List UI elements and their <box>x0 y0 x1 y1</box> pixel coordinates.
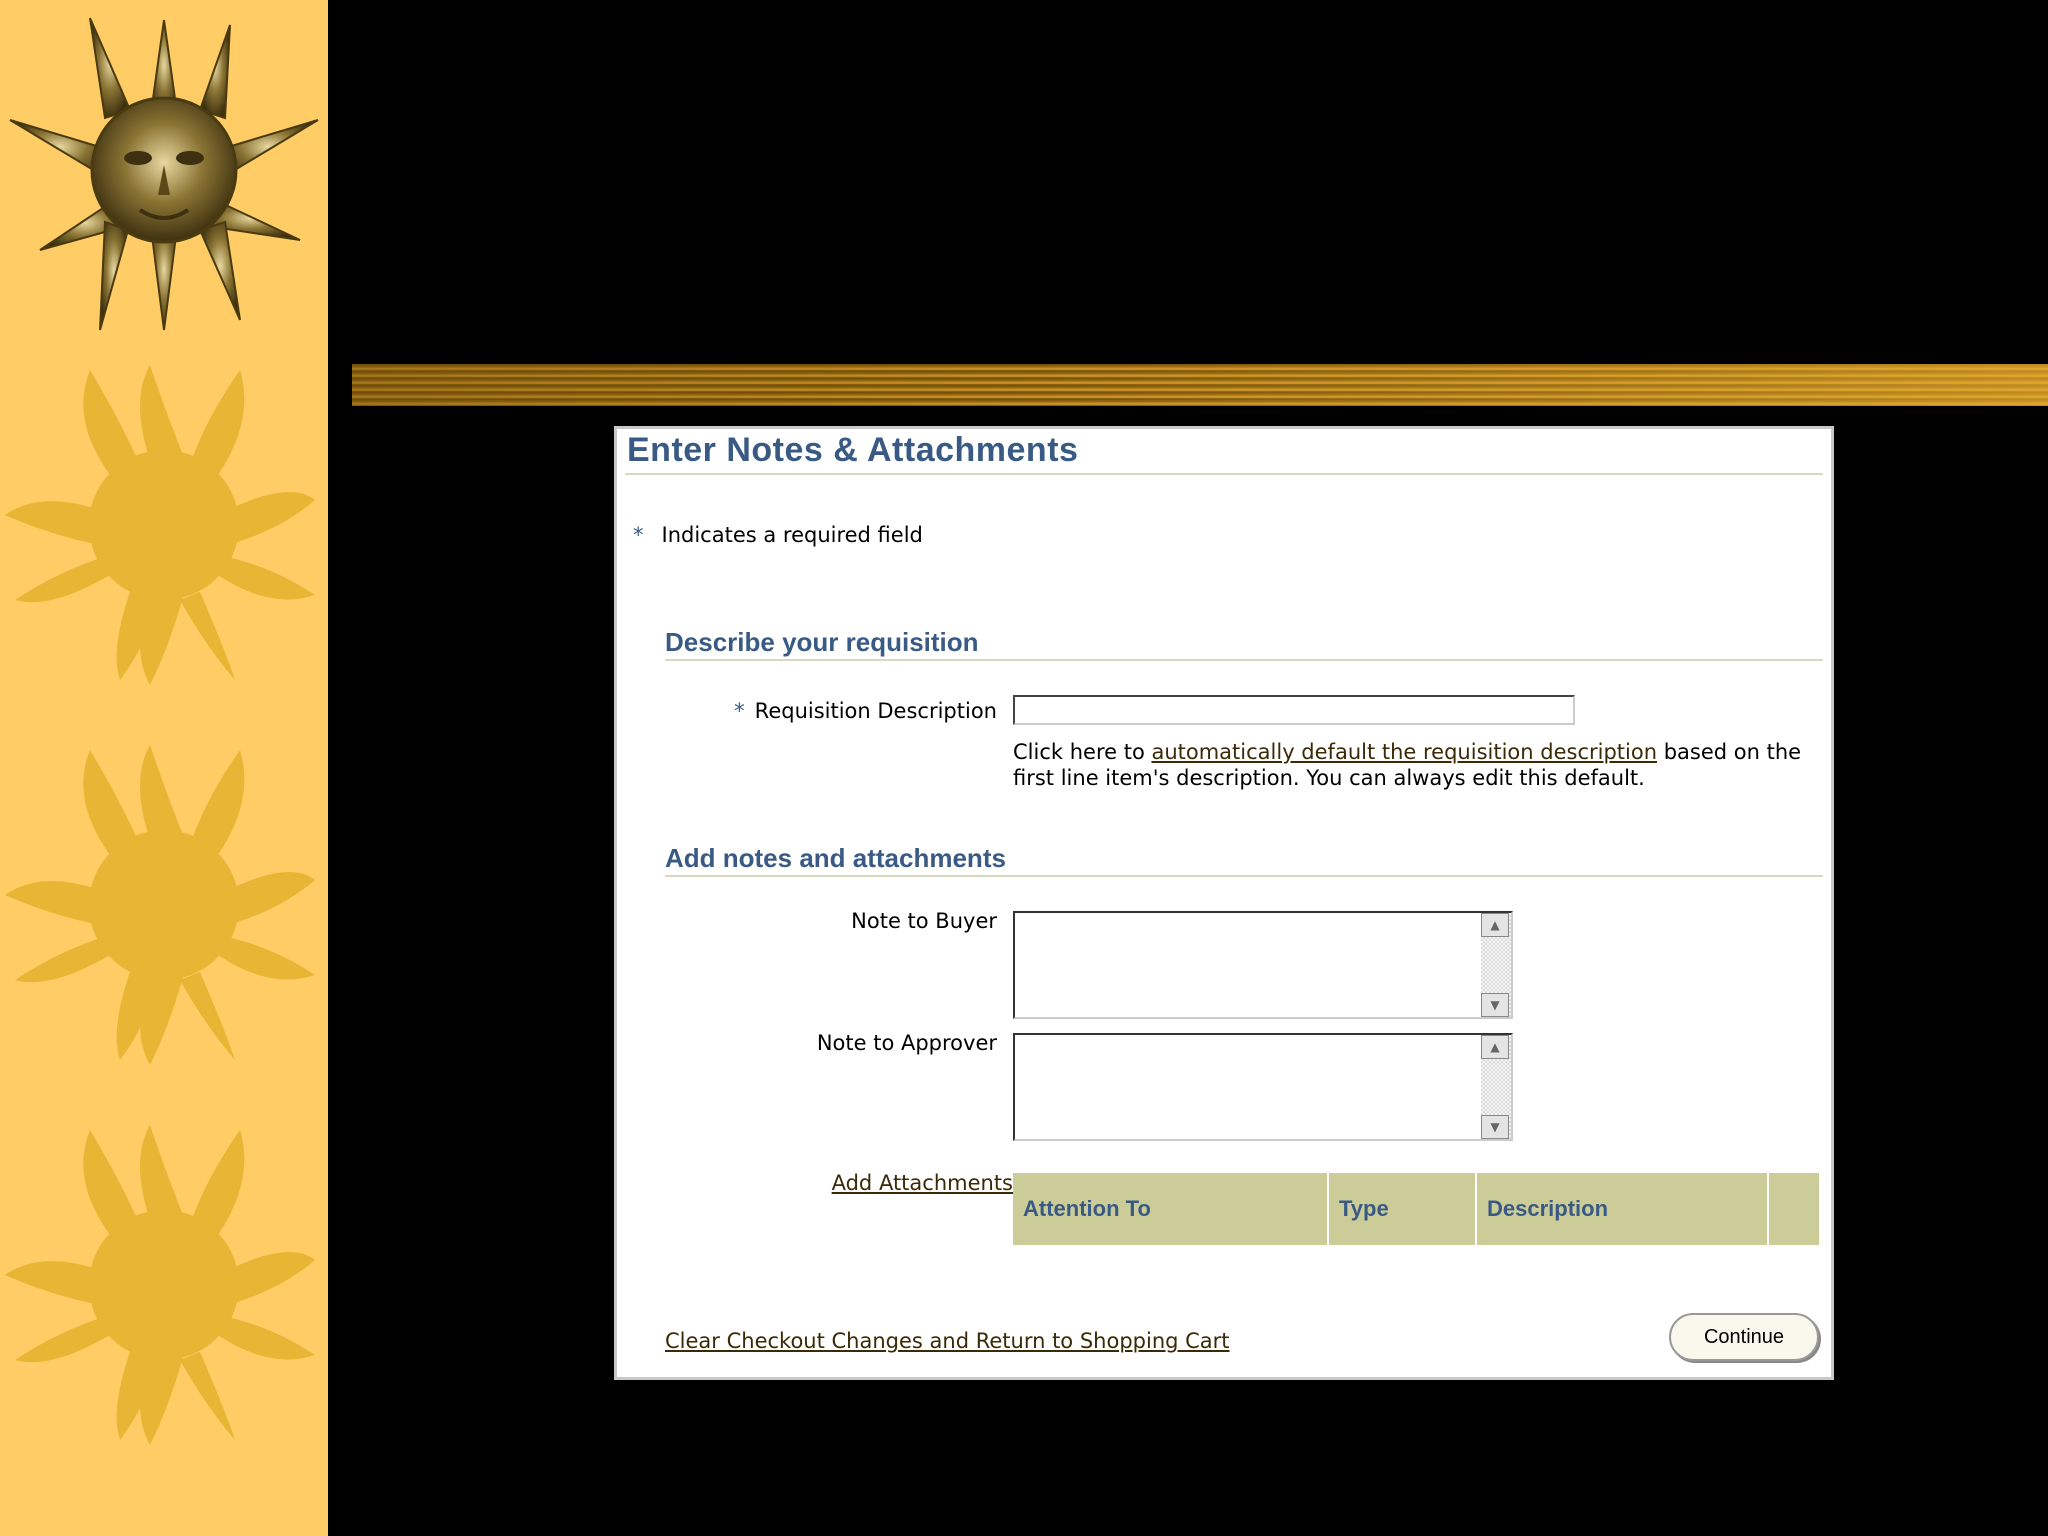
scroll-down-icon[interactable]: ▼ <box>1481 1115 1509 1139</box>
section-divider <box>665 875 1823 877</box>
section-title-describe: Describe your requisition <box>665 627 979 657</box>
note-to-buyer-textarea[interactable]: ▲ ▼ <box>1013 911 1513 1019</box>
requisition-description-label: * Requisition Description <box>734 699 997 723</box>
auto-default-description-link[interactable]: automatically default the requisition de… <box>1151 740 1657 764</box>
add-attachments-link[interactable]: Add Attachments <box>832 1171 1013 1195</box>
required-note-text: Indicates a required field <box>661 523 923 547</box>
description-hint: Click here to automatically default the … <box>1013 739 1813 791</box>
decorative-sidebar <box>0 0 328 1536</box>
attachments-table-header: Attention To Type Description <box>1013 1173 1819 1245</box>
continue-button[interactable]: Continue <box>1669 1313 1819 1361</box>
section-divider <box>665 659 1823 661</box>
requisition-description-label-text: Requisition Description <box>754 699 997 723</box>
requisition-description-input[interactable] <box>1013 695 1575 725</box>
scroll-down-icon[interactable]: ▼ <box>1481 993 1509 1017</box>
note-to-buyer-scrollbar[interactable]: ▲ ▼ <box>1481 913 1511 1017</box>
page-title: Enter Notes & Attachments <box>627 431 1079 469</box>
note-to-approver-scrollbar[interactable]: ▲ ▼ <box>1481 1035 1511 1139</box>
scroll-up-icon[interactable]: ▲ <box>1481 913 1509 937</box>
gold-banner <box>352 364 2048 406</box>
column-header-description[interactable]: Description <box>1477 1173 1769 1245</box>
sun-decor-icon <box>5 365 315 685</box>
note-to-buyer-label: Note to Buyer <box>851 909 997 933</box>
notes-attachments-dialog: Enter Notes & Attachments * Indicates a r… <box>614 426 1834 1380</box>
sun-decor-icon <box>5 1125 315 1445</box>
sun-decor-icon <box>5 745 315 1065</box>
column-header-attention-to[interactable]: Attention To <box>1013 1173 1329 1245</box>
required-marker: * <box>734 699 745 723</box>
column-header-type[interactable]: Type <box>1329 1173 1477 1245</box>
note-to-approver-textarea[interactable]: ▲ ▼ <box>1013 1033 1513 1141</box>
note-to-approver-label: Note to Approver <box>816 1031 997 1055</box>
section-title-notes: Add notes and attachments <box>665 843 1006 873</box>
title-divider <box>625 473 1823 475</box>
scroll-up-icon[interactable]: ▲ <box>1481 1035 1509 1059</box>
required-field-note: * Indicates a required field <box>633 523 923 547</box>
hint-text-before: Click here to <box>1013 740 1152 764</box>
clear-checkout-link[interactable]: Clear Checkout Changes and Return to Sho… <box>665 1329 1230 1353</box>
column-header-extra <box>1769 1173 1819 1245</box>
required-marker: * <box>633 523 644 547</box>
metal-sun-icon <box>9 17 319 331</box>
